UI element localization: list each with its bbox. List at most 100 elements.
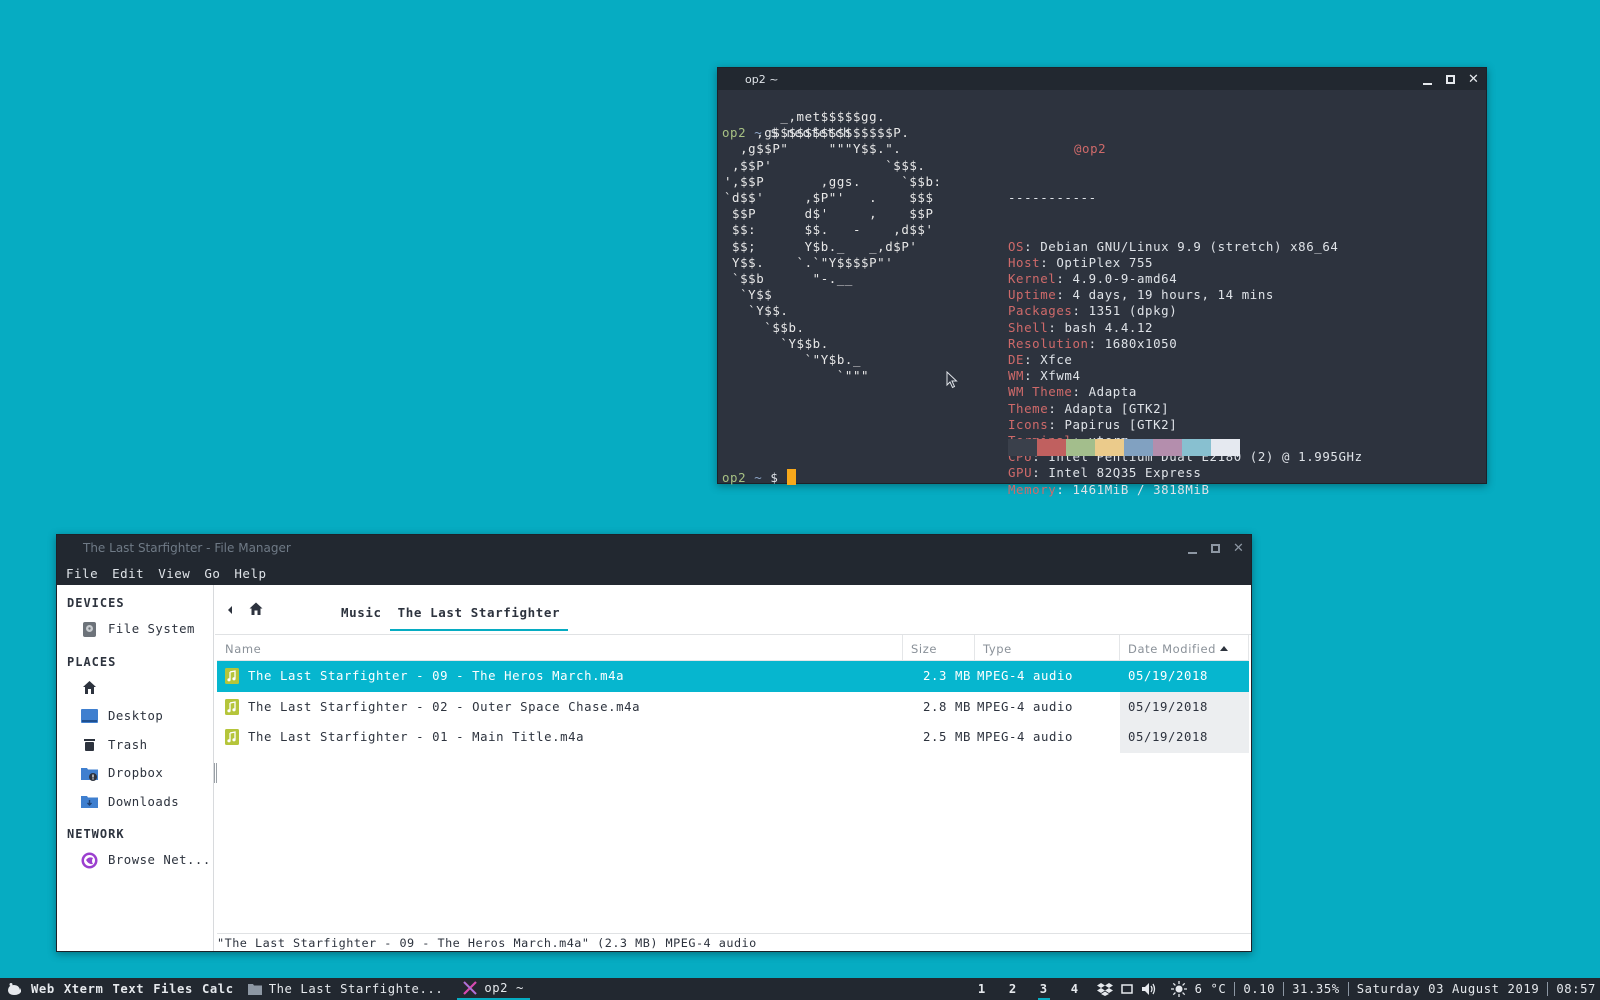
launcher-calc[interactable]: Calc (202, 982, 234, 996)
column-date-modified[interactable]: Date Modified (1120, 635, 1249, 661)
menu-edit[interactable]: Edit (112, 566, 144, 581)
workspace-2[interactable]: 2 (1007, 978, 1019, 1000)
menu-help[interactable]: Help (234, 566, 266, 581)
info-value: Adapta (1088, 384, 1137, 400)
sidebar-item-label: File System (108, 622, 195, 637)
info-value: Papirus [GTK2] (1064, 416, 1178, 432)
ascii-line: $$; Y$b._ _,d$P' (724, 238, 918, 254)
sidebar-item-downloads[interactable]: Downloads (57, 788, 213, 817)
menu-go[interactable]: Go (204, 566, 220, 581)
info-value: bash 4.4.12 (1064, 319, 1154, 335)
file-row[interactable]: The Last Starfighter - 02 - Outer Space … (217, 691, 1249, 722)
ascii-line: `"Y$b._ (724, 352, 862, 368)
breadcrumb-music[interactable]: Music (333, 589, 390, 631)
terminal-window[interactable]: op2 ~ ✕ op2 ~ $ neofetch _,met$$$$$gg. ,… (717, 67, 1487, 497)
info-line: WM: Xfwm4 (1008, 368, 1081, 384)
ascii-line: `Y$$. (724, 303, 789, 319)
back-icon[interactable] (225, 603, 235, 617)
audio-file-icon (225, 668, 239, 685)
sidebar-item-home[interactable] (57, 674, 213, 703)
column-name[interactable]: Name (217, 635, 903, 661)
system-tray: 6 °C 0.10 31.35% Saturday 03 August 2019… (1096, 981, 1600, 997)
sidebar-item-trash[interactable]: Trash (57, 731, 213, 760)
folder-icon (247, 984, 262, 995)
mouse-pointer-icon (946, 371, 958, 389)
info-line: GPU: Intel 82Q35 Express (1008, 465, 1202, 481)
maximize-icon[interactable] (1209, 542, 1222, 555)
file-size: 2.8 MB (922, 699, 971, 714)
terminal-titlebar[interactable]: op2 ~ ✕ (718, 68, 1486, 90)
downloads-folder-icon (81, 796, 98, 809)
info-line: OS: Debian GNU/Linux 9.9 (stretch) x86_6… (1008, 238, 1339, 254)
close-icon[interactable]: ✕ (1232, 542, 1245, 555)
task-xterm[interactable]: op2 ~ (457, 978, 530, 1000)
cpu-usage: 31.35% (1292, 982, 1340, 996)
separator (1347, 982, 1349, 996)
ascii-line: `Y$$b. (724, 335, 829, 351)
workspace-4[interactable]: 4 (1069, 978, 1081, 1000)
network-icon (81, 852, 98, 869)
info-key: Resolution (1008, 335, 1089, 351)
window-icon[interactable] (1120, 983, 1133, 995)
launcher-group: Web Xterm Text Files Calc (0, 982, 234, 996)
color-swatch (1124, 439, 1153, 456)
file-name: The Last Starfighter - 09 - The Heros Ma… (248, 669, 625, 684)
info-key: DE (1008, 352, 1025, 368)
maximize-icon[interactable] (1444, 73, 1457, 86)
file-row[interactable]: The Last Starfighter - 09 - The Heros Ma… (217, 661, 1249, 692)
close-icon[interactable]: ✕ (1467, 73, 1480, 86)
sidebar-item-file-system[interactable]: File System (57, 615, 213, 644)
file-view: Music The Last Starfighter Name Size Typ… (215, 585, 1251, 951)
clock-date[interactable]: Saturday 03 August 2019 (1357, 982, 1540, 996)
sidebar-item-browse-network[interactable]: Browse Net... (57, 846, 213, 875)
file-manager-titlebar[interactable]: The Last Starfighter - File Manager ✕ (57, 535, 1251, 561)
workspace-1[interactable]: 1 (976, 978, 988, 1000)
column-size[interactable]: Size (903, 635, 975, 661)
launcher-xterm[interactable]: Xterm (64, 982, 104, 996)
debian-ascii-logo: _,met$$$$$gg. ,g$$$$$$$$$$$$$$$P. ,g$$P"… (724, 109, 942, 384)
file-list: Name Size Type Date Modified The Last St… (217, 635, 1249, 753)
info-value: Adapta [GTK2] (1064, 400, 1170, 416)
menu-view[interactable]: View (158, 566, 190, 581)
separator (1547, 982, 1549, 996)
info-key: Icons (1008, 416, 1049, 432)
file-date: 05/19/2018 (1120, 691, 1249, 722)
info-key: OS (1008, 238, 1025, 254)
sidebar-item-label: Desktop (108, 709, 164, 724)
menu-file[interactable]: File (66, 566, 98, 581)
sidebar-item-dropbox[interactable]: Dropbox (57, 759, 213, 788)
ascii-line: ',$$P ,ggs. `$$b: (724, 173, 942, 189)
info-value: 1680x1050 (1104, 335, 1178, 351)
minimize-icon[interactable] (1186, 542, 1199, 555)
file-row[interactable]: The Last Starfighter - 01 - Main Title.m… (217, 722, 1249, 753)
minimize-icon[interactable] (1421, 73, 1434, 86)
launcher-web[interactable]: Web (31, 982, 55, 996)
workspace-3[interactable]: 3 (1037, 978, 1050, 1000)
sidebar-item-desktop[interactable]: Desktop (57, 702, 213, 731)
home-icon[interactable] (248, 601, 264, 617)
file-type: MPEG-4 audio (977, 730, 1074, 745)
xfce-mouse-icon[interactable] (6, 982, 22, 996)
audio-file-icon (225, 729, 239, 746)
ascii-line: ,g$$$$$$$$$$$$$$$P. (724, 125, 910, 141)
info-line: Packages: 1351 (dpkg) (1008, 303, 1178, 319)
terminal-output[interactable]: op2 ~ $ neofetch _,met$$$$$gg. ,g$$$$$$$… (718, 90, 1486, 497)
dropbox-folder-icon (81, 767, 98, 781)
ascii-line: `d$$' ,$P"' . $$$ (724, 190, 934, 206)
task-file-manager[interactable]: The Last Starfighte... (242, 978, 450, 1000)
clock-time[interactable]: 08:57 (1556, 982, 1596, 996)
sort-ascending-icon (1220, 646, 1229, 651)
breadcrumb-current[interactable]: The Last Starfighter (389, 589, 569, 631)
sidebar-item-label: Browse Net... (108, 853, 211, 868)
dropbox-icon[interactable] (1096, 982, 1113, 996)
info-key: Memory (1008, 481, 1057, 497)
file-manager-window[interactable]: The Last Starfighter - File Manager ✕ Fi… (56, 534, 1252, 952)
column-type[interactable]: Type (975, 635, 1120, 661)
launcher-text[interactable]: Text (113, 982, 145, 996)
info-key: Theme (1008, 400, 1049, 416)
weather-temperature[interactable]: 6 °C (1195, 982, 1227, 996)
launcher-files[interactable]: Files (153, 982, 193, 996)
volume-icon[interactable] (1141, 982, 1157, 996)
info-value: Xfwm4 (1040, 368, 1081, 384)
info-value: 1461MiB / 3818MiB (1072, 481, 1210, 497)
